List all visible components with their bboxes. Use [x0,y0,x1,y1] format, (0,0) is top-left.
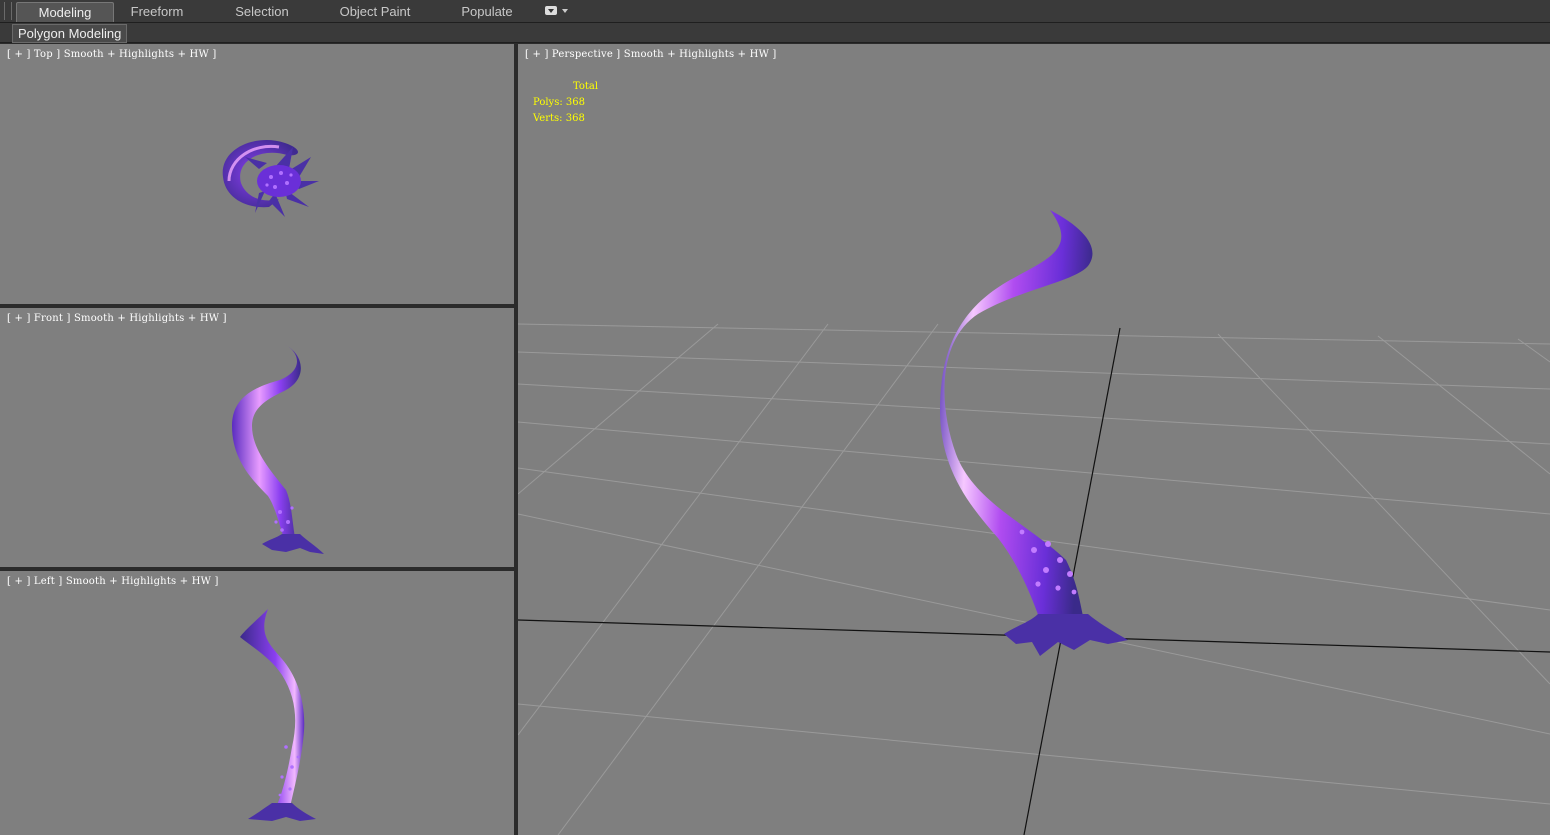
tab-populate[interactable]: Populate [448,2,526,21]
ribbon-tab-bar: Modeling Freeform Selection Object Paint… [0,0,1550,23]
viewport-top[interactable]: [ + ] Top ] Smooth + Highlights + HW ] [0,44,514,304]
tab-selection[interactable]: Selection [222,2,302,21]
chevron-down-icon [562,9,568,13]
tab-modeling[interactable]: Modeling [16,2,114,22]
stats-polys-value: 368 [565,97,585,108]
ribbon-grip-handle[interactable] [4,2,12,20]
viewport-front-label[interactable]: [ + ] Front ] Smooth + Highlights + HW ] [7,313,227,324]
viewport-perspective[interactable]: [ + ] Perspective ] Smooth + Highlights … [518,44,1550,835]
tab-object-paint[interactable]: Object Paint [330,2,420,21]
ribbon-panel-bar: Polygon Modeling [0,23,1550,43]
viewport-front[interactable]: [ + ] Front ] Smooth + Highlights + HW ] [0,308,514,567]
ribbon-options-dropdown[interactable] [545,5,573,18]
stats-polys-label: Polys: [533,97,563,108]
ribbon-display-icon [545,6,557,15]
statistics-overlay: Total Polys: 368 Verts: 368 [533,79,598,127]
tab-polygon-modeling[interactable]: Polygon Modeling [12,24,128,43]
tentacle-top-view [222,140,319,217]
stats-verts-row: Verts: 368 [533,111,598,127]
tentacle-perspective [940,210,1093,620]
stats-verts-label: Verts: [533,113,563,124]
stats-total-header: Total [573,81,599,92]
tentacle-left-view [240,609,316,821]
stats-verts-value: 368 [565,113,585,124]
stats-polys-row: Polys: 368 [533,95,598,111]
viewport-left-label[interactable]: [ + ] Left ] Smooth + Highlights + HW ] [7,576,219,587]
viewport-perspective-label[interactable]: [ + ] Perspective ] Smooth + Highlights … [525,49,777,60]
perspective-scene [518,210,1550,835]
tentacle-front-view [232,344,324,554]
viewport-top-label[interactable]: [ + ] Top ] Smooth + Highlights + HW ] [7,49,216,60]
viewport-left[interactable]: [ + ] Left ] Smooth + Highlights + HW ] [0,571,514,835]
tentacle-base [1004,614,1128,656]
tab-freeform[interactable]: Freeform [117,2,197,21]
